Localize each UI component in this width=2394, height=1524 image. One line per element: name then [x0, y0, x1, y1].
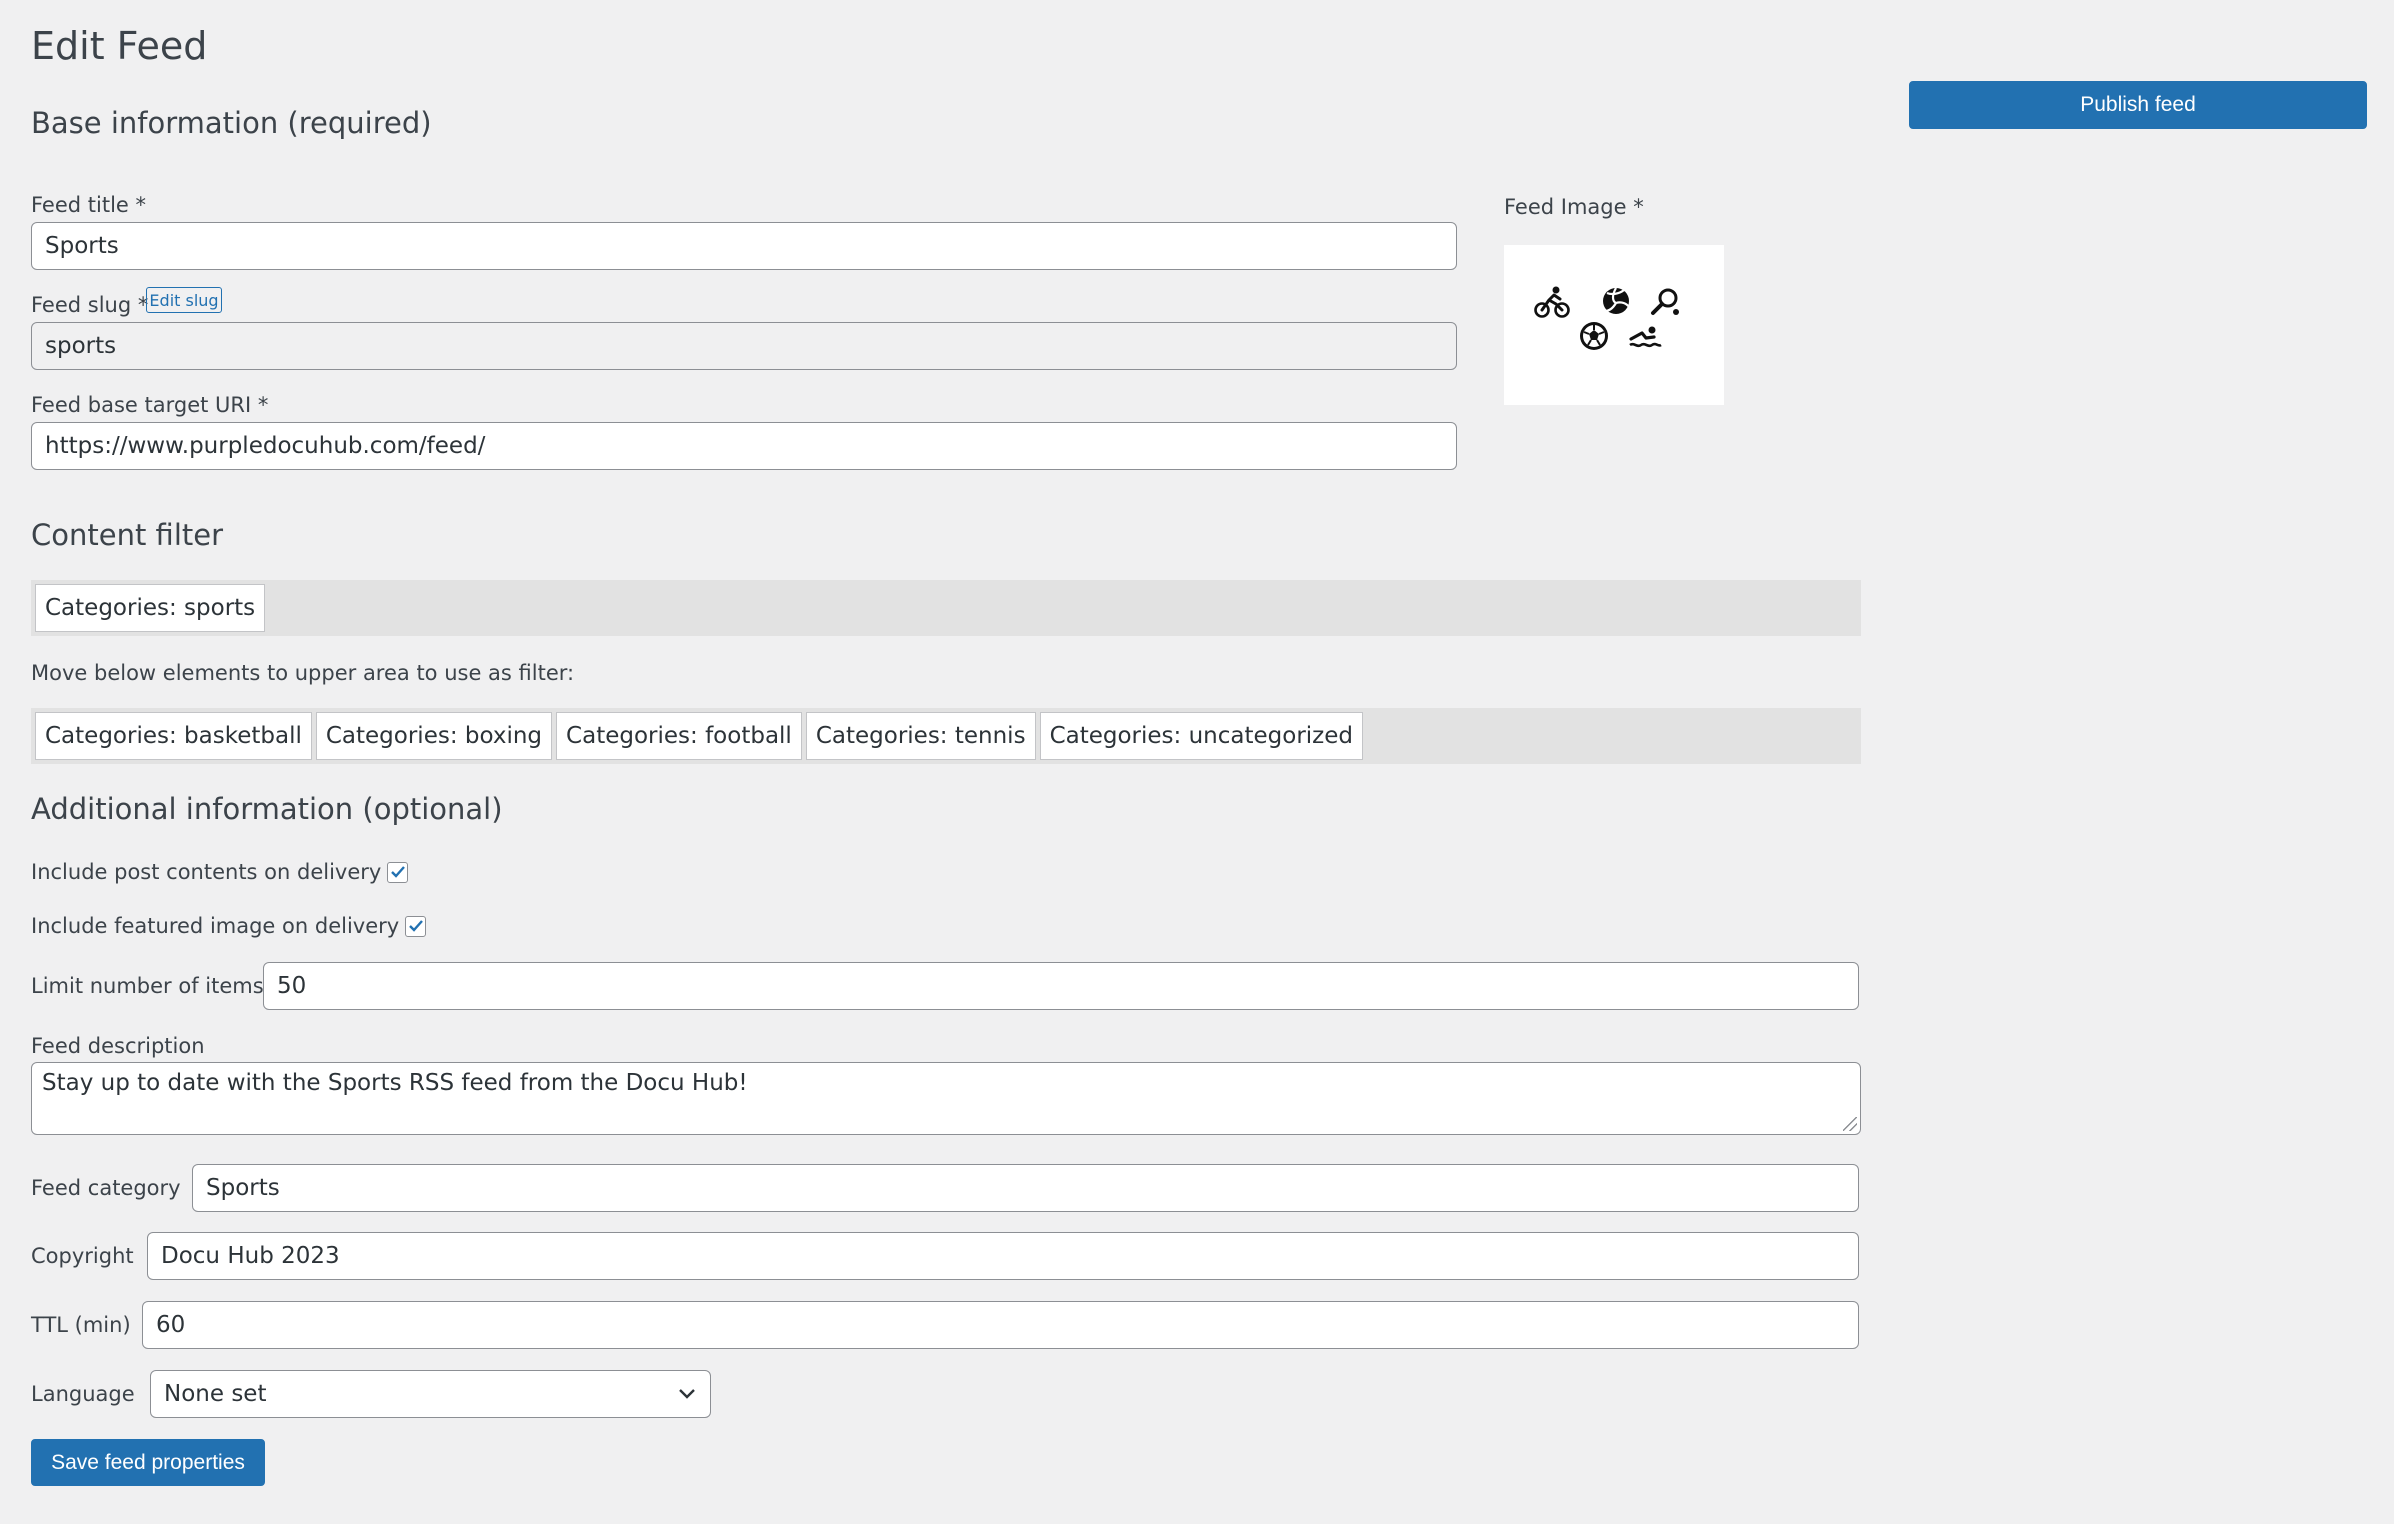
resize-grip-icon[interactable]: [1843, 1117, 1857, 1131]
soccer-ball-icon: [1580, 322, 1608, 350]
tennis-racket-icon: [1651, 288, 1679, 315]
checkmark-icon: [408, 920, 423, 932]
ttl-input[interactable]: 60: [142, 1301, 1859, 1349]
ttl-label: TTL (min): [31, 1313, 131, 1337]
volleyball-icon: [1603, 287, 1630, 314]
include-contents-row: Include post contents on delivery: [31, 860, 409, 884]
feed-uri-label: Feed base target URI *: [31, 393, 269, 417]
filter-instruction: Move below elements to upper area to use…: [31, 661, 575, 685]
content-filter-heading: Content filter: [31, 518, 224, 552]
limit-items-input[interactable]: 50: [263, 962, 1859, 1010]
language-select-value: None set: [164, 1381, 267, 1407]
available-filter-chip-basketball[interactable]: Categories: basketball: [35, 712, 312, 760]
include-contents-label: Include post contents on delivery: [31, 860, 382, 884]
available-filter-chip-uncategorized[interactable]: Categories: uncategorized: [1039, 712, 1363, 760]
include-contents-checkbox[interactable]: [387, 861, 409, 883]
feed-title-label: Feed title *: [31, 193, 147, 217]
available-filter-chip-football[interactable]: Categories: football: [556, 712, 802, 760]
page-title: Edit Feed: [31, 24, 208, 68]
save-feed-properties-button[interactable]: Save feed properties: [31, 1439, 265, 1486]
copyright-label: Copyright: [31, 1244, 134, 1268]
edit-slug-button[interactable]: Edit slug: [146, 287, 222, 313]
feed-image[interactable]: [1504, 245, 1724, 405]
language-select[interactable]: None set: [150, 1370, 711, 1418]
available-filter-chip-tennis[interactable]: Categories: tennis: [805, 712, 1036, 760]
include-image-row: Include featured image on delivery: [31, 914, 427, 938]
base-information-heading: Base information (required): [31, 106, 432, 140]
feed-title-input[interactable]: Sports: [31, 222, 1457, 270]
additional-information-heading: Additional information (optional): [31, 792, 503, 826]
active-filter-chip[interactable]: Categories: sports: [35, 584, 266, 632]
checkmark-icon: [390, 866, 405, 878]
feed-uri-input[interactable]: https://www.purpledocuhub.com/feed/: [31, 422, 1457, 470]
feed-category-label: Feed category: [31, 1176, 181, 1200]
include-image-label: Include featured image on delivery: [31, 914, 400, 938]
limit-items-label: Limit number of items: [31, 974, 264, 998]
feed-description-text: Stay up to date with the Sports RSS feed…: [42, 1070, 748, 1096]
available-filter-chip-boxing[interactable]: Categories: boxing: [315, 712, 553, 760]
feed-description-textarea[interactable]: Stay up to date with the Sports RSS feed…: [31, 1062, 1861, 1135]
chevron-down-icon: [679, 1389, 695, 1399]
feed-description-label: Feed description: [31, 1034, 205, 1058]
language-label: Language: [31, 1382, 135, 1406]
publish-feed-button[interactable]: Publish feed: [1909, 81, 2367, 129]
cycling-icon: [1534, 286, 1570, 318]
active-filter-zone[interactable]: Categories: sports: [31, 580, 1861, 636]
include-image-checkbox[interactable]: [405, 915, 427, 937]
feed-slug-input[interactable]: sports: [31, 322, 1457, 370]
copyright-input[interactable]: Docu Hub 2023: [147, 1232, 1859, 1280]
feed-category-input[interactable]: Sports: [192, 1164, 1859, 1212]
feed-image-label: Feed Image *: [1504, 195, 1644, 219]
available-filter-zone[interactable]: Categories: basketball Categories: boxin…: [31, 708, 1861, 764]
feed-slug-label: Feed slug *: [31, 293, 149, 317]
swimming-icon: [1629, 326, 1662, 348]
